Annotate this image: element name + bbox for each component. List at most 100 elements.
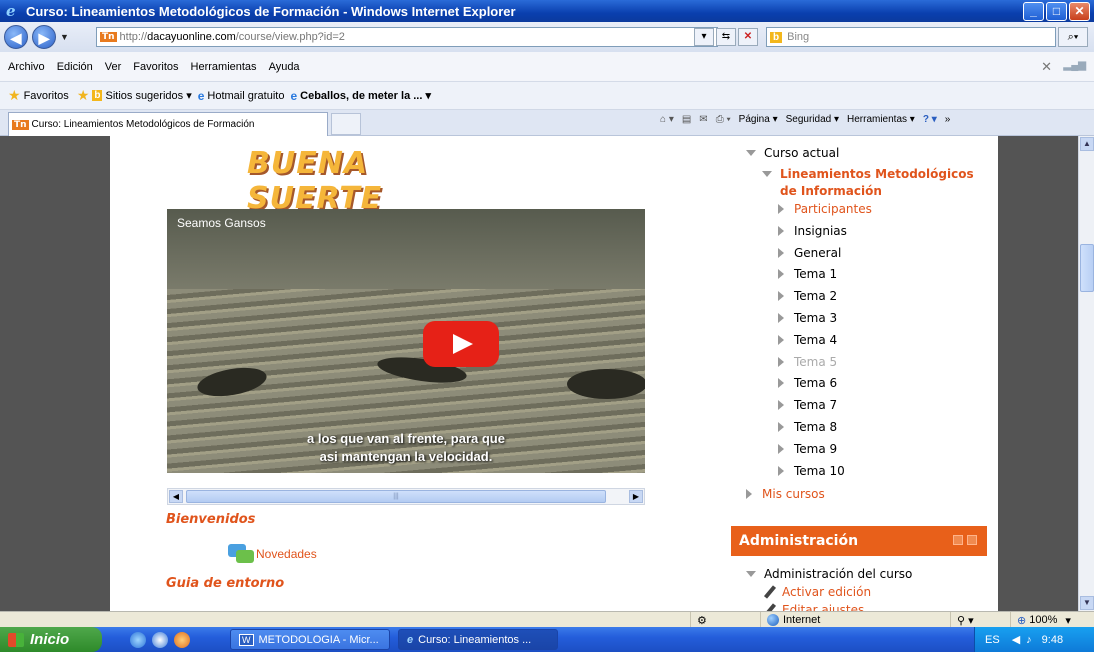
page-menu[interactable]: Página ▾ [739,114,778,125]
nav-item-tema-9[interactable]: Tema 9 [778,442,837,456]
scroll-thumb[interactable] [1080,244,1094,292]
menu-favoritos[interactable]: Favoritos [133,61,178,73]
nav-item-label: Tema 6 [794,376,838,390]
ie-quicklaunch-icon[interactable] [130,632,146,648]
activate-edit-link[interactable]: Activar edición [762,585,871,599]
vertical-scrollbar[interactable]: ▲ ▼ [1078,136,1094,611]
media-quicklaunch-icon[interactable] [152,632,168,648]
youtube-video[interactable]: Seamos Gansos a los que van al frente, p… [167,209,645,473]
nav-item-tema-10[interactable]: Tema 10 [778,464,845,478]
tab-bar: Tn Curso: Lineamientos Metodológicos de … [0,110,1094,136]
maximize-button[interactable]: □ [1046,2,1067,21]
search-input[interactable]: b Bing [766,27,1056,47]
bing-logo-icon: b [770,31,783,43]
horizontal-scrollbar[interactable]: ◀ ||| ▶ [167,488,645,505]
favorite-label: Sitios sugeridos ▾ [105,90,192,102]
nav-item-tema-6[interactable]: Tema 6 [778,376,837,390]
play-button-icon[interactable] [423,321,499,367]
nav-item-tema-1[interactable]: Tema 1 [778,267,837,281]
scroll-left-icon[interactable]: ◀ [169,490,183,503]
add-favorite-icon[interactable]: ★ [77,87,90,104]
nav-item-tema-5[interactable]: Tema 5 [778,355,837,369]
close-icon[interactable]: ✕ [1041,59,1052,75]
edit-settings-link[interactable]: Editar ajustes [762,603,864,611]
menu-edicion[interactable]: Edición [57,61,93,73]
task-metodologia[interactable]: W METODOLOGIA - Micr... [230,629,390,650]
minimize-button[interactable]: _ [1023,2,1044,21]
course-page: BUENA SUERTE Seamos Gansos a los que van… [110,136,998,611]
back-button[interactable]: ◀ [4,25,28,49]
expand-icon [778,291,784,301]
system-tray: ES ◀ ♪ 9:48 [974,627,1094,652]
zoom-dropdown-icon[interactable]: ▾ [1065,614,1071,627]
protected-mode-icon[interactable]: ⚲ ▾ [950,612,1006,628]
collapse-icon [746,150,756,156]
tray-network-icon[interactable]: ◀ [1012,633,1020,646]
news-forum-item[interactable]: Novedades [228,544,317,564]
favorite-hotmail[interactable]: e Hotmail gratuito [198,89,285,103]
nav-course[interactable]: Lineamientos Metodológicos de Información [762,166,974,200]
forward-button[interactable]: ▶ [32,25,56,49]
favorites-star-icon[interactable]: ★ [8,87,21,104]
hide-block-icon[interactable] [967,535,977,545]
history-dropdown-icon[interactable]: ▼ [60,32,69,42]
address-bar[interactable]: Tn http://dacayuonline.com/course/view.p… [96,27,718,47]
nav-item-tema-4[interactable]: Tema 4 [778,333,837,347]
expand-icon [746,489,752,499]
print-icon[interactable]: ⎙ ▾ [716,114,731,125]
new-tab-button[interactable] [331,113,361,135]
nav-item-participantes[interactable]: Participantes [778,202,872,216]
nav-course-name-line1: Lineamientos Metodológicos [780,167,974,181]
menu-ayuda[interactable]: Ayuda [269,61,300,73]
nav-item-tema-2[interactable]: Tema 2 [778,289,837,303]
scroll-thumb[interactable]: ||| [186,490,606,503]
task-curso[interactable]: e Curso: Lineamientos ... [398,629,558,650]
zoom-control[interactable]: ⊕ 100% ▾ [1010,612,1094,628]
close-button[interactable]: ✕ [1069,2,1090,21]
news-link[interactable]: Novedades [256,547,317,561]
search-icon[interactable]: ⌕▾ [1058,27,1088,47]
nav-item-tema-3[interactable]: Tema 3 [778,311,837,325]
address-dropdown-button[interactable]: ▾ [694,28,714,46]
menu-archivo[interactable]: Archivo [8,61,45,73]
nav-my-courses[interactable]: Mis cursos [746,487,825,501]
nav-item-tema-8[interactable]: Tema 8 [778,420,837,434]
security-menu[interactable]: Seguridad ▾ [786,114,839,125]
expand-icon [778,313,784,323]
favorites-button[interactable]: Favoritos [24,90,69,102]
clock[interactable]: 9:48 [1042,634,1063,646]
nav-item-tema-7[interactable]: Tema 7 [778,398,837,412]
home-icon[interactable]: ⌂ ▾ [660,114,674,125]
expand-icon [778,226,784,236]
ie-page-icon: e [197,88,205,103]
stop-button[interactable]: ✕ [738,28,758,46]
language-indicator[interactable]: ES [985,634,1000,646]
admin-course-node[interactable]: Administración del curso [746,567,912,581]
refresh-button[interactable]: ⇆ [716,28,736,46]
tab-course[interactable]: Tn Curso: Lineamientos Metodológicos de … [8,112,328,136]
feeds-icon[interactable]: ▤ [682,114,691,125]
nav-item-general[interactable]: General [778,246,841,260]
more-icon[interactable]: » [945,114,951,125]
video-title[interactable]: Seamos Gansos [177,216,266,230]
privacy-icon[interactable]: ⚙ [690,612,748,628]
nav-item-label: Tema 2 [794,289,838,303]
mail-icon[interactable]: ✉ [699,114,707,125]
nav-item-insignias[interactable]: Insignias [778,224,847,238]
help-icon[interactable]: ? ▾ [923,114,937,125]
favorite-ceballos[interactable]: e Ceballos, de meter la ... ▾ [290,89,431,103]
expand-icon [778,378,784,388]
scroll-up-icon[interactable]: ▲ [1080,137,1094,151]
tools-menu[interactable]: Herramientas ▾ [847,114,915,125]
start-button[interactable]: Inicio [0,627,102,652]
banner-buena-suerte: BUENA SUERTE [247,146,383,216]
scroll-right-icon[interactable]: ▶ [629,490,643,503]
dock-icon[interactable] [953,535,963,545]
menu-herramientas[interactable]: Herramientas [191,61,257,73]
nav-current-course[interactable]: Curso actual [746,146,839,160]
scroll-down-icon[interactable]: ▼ [1080,596,1094,610]
menu-ver[interactable]: Ver [105,61,122,73]
favorite-sitios-sugeridos[interactable]: b Sitios sugeridos ▾ [92,89,192,102]
player-quicklaunch-icon[interactable] [174,632,190,648]
tray-volume-icon[interactable]: ♪ [1026,634,1032,646]
